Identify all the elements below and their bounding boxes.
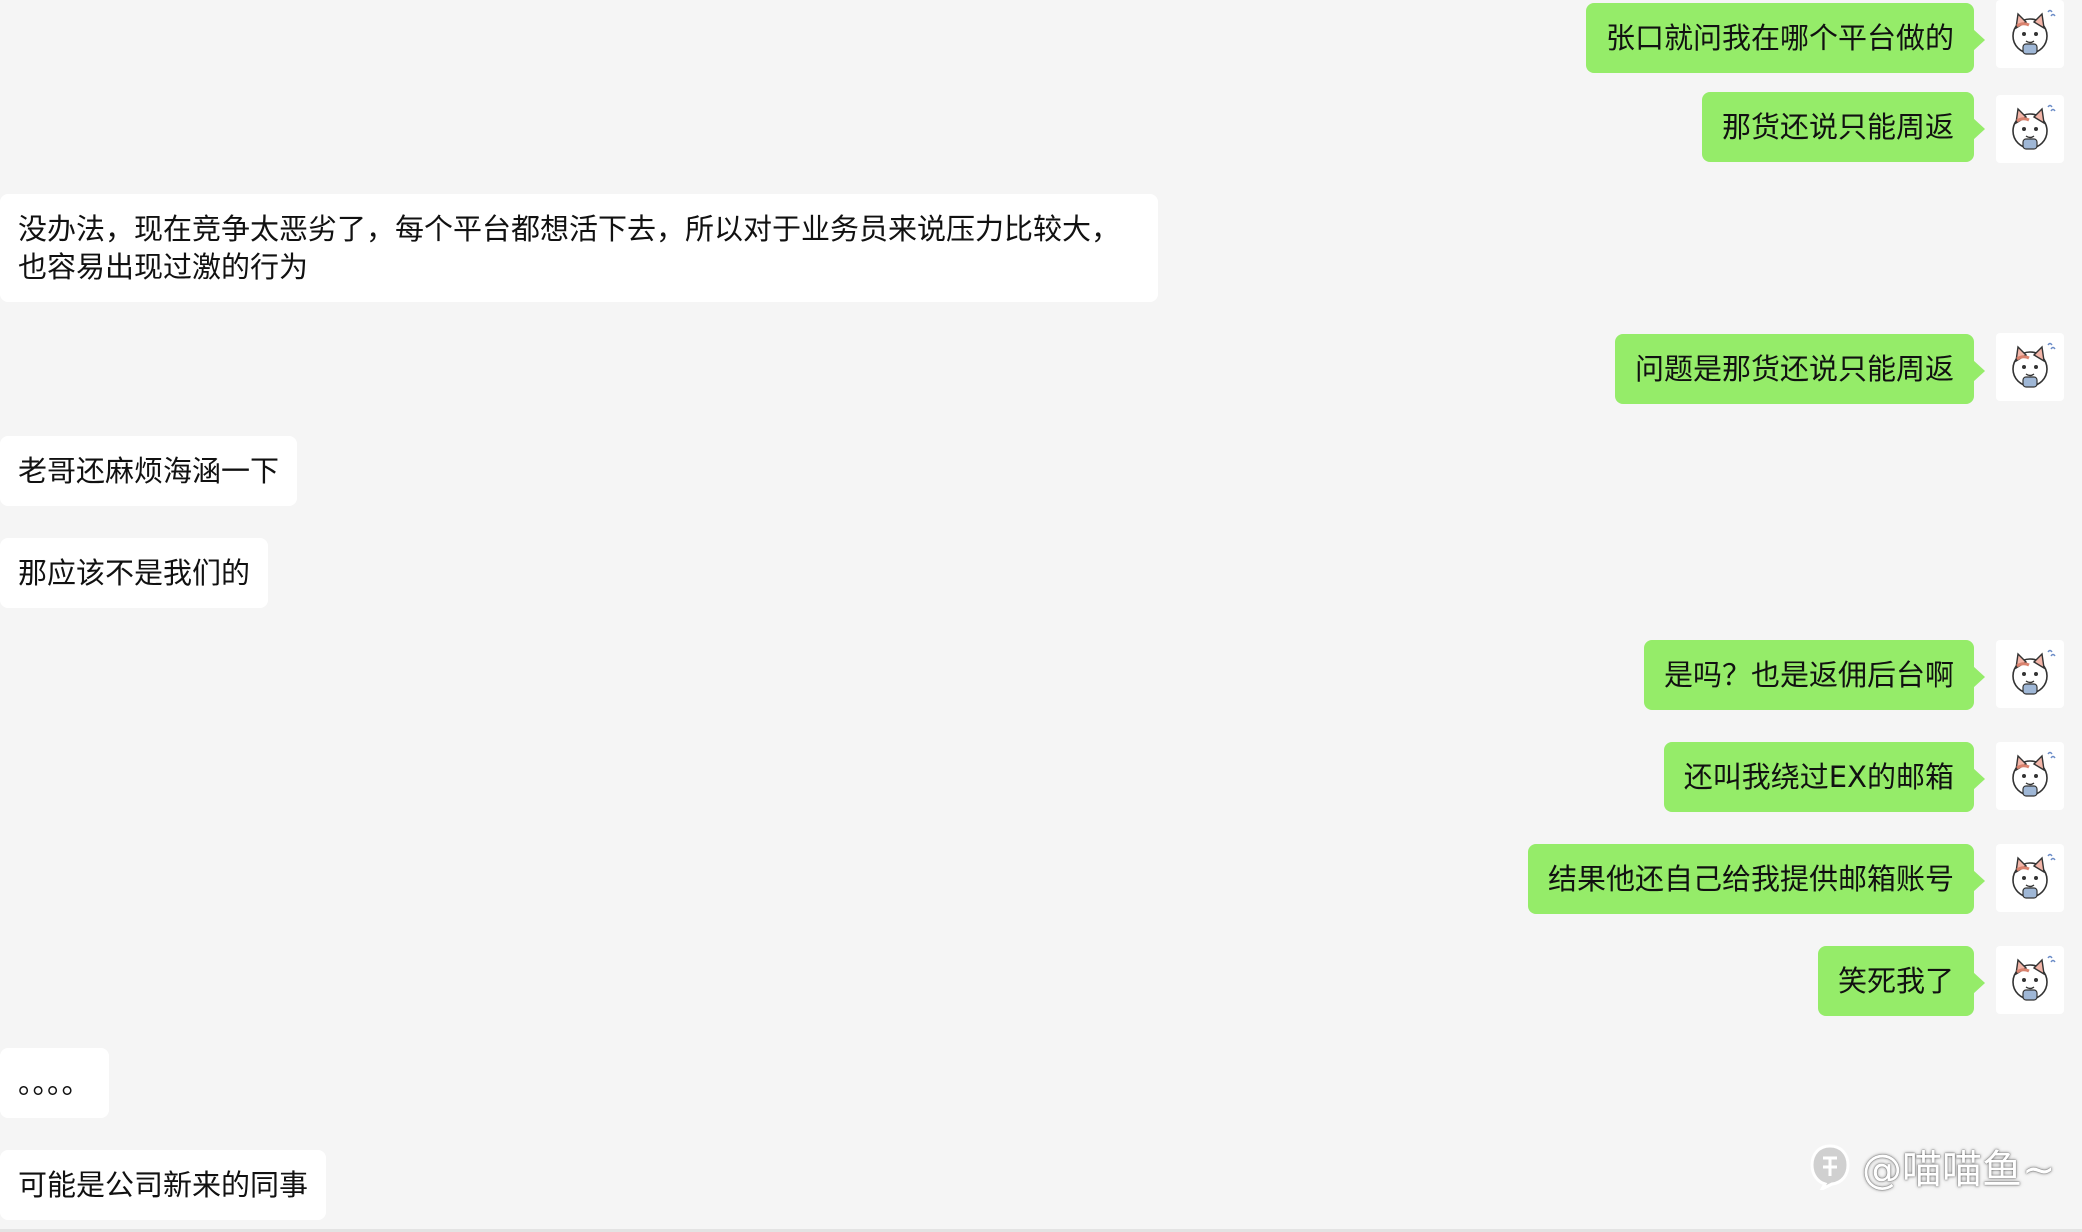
chat-message-area[interactable]: 张口就问我在哪个平台做的 那货还说只能周返 没办法，现在竞争太恶劣了，每个平台都… bbox=[0, 0, 2082, 1232]
cat-sticker-avatar-icon[interactable] bbox=[1996, 844, 2064, 912]
avatar-graphic bbox=[2012, 649, 2056, 695]
watermark-text: @喵喵鱼~ bbox=[1862, 1147, 2056, 1193]
message-text: 那应该不是我们的 bbox=[18, 556, 251, 590]
cat-sticker-avatar-icon[interactable] bbox=[1996, 333, 2064, 401]
avatar-graphic bbox=[2012, 853, 2056, 899]
message-text: 没办法，现在竞争太恶劣了，每个平台都想活下去，所以对于业务员来说压力比较大，也容… bbox=[18, 212, 1121, 284]
outgoing-message-bubble[interactable]: 那货还说只能周返 bbox=[1701, 92, 1986, 162]
avatar-graphic bbox=[2012, 955, 2056, 1001]
incoming-message-bubble[interactable]: 可能是公司新来的同事 bbox=[0, 1150, 327, 1220]
outgoing-message-bubble[interactable]: 张口就问我在哪个平台做的 bbox=[1585, 3, 1986, 73]
message-text: 。。。。 bbox=[18, 1066, 91, 1100]
cat-sticker-avatar-icon[interactable] bbox=[1996, 640, 2064, 708]
cat-sticker-avatar-icon[interactable] bbox=[1996, 0, 2064, 68]
outgoing-message-bubble[interactable]: 笑死我了 bbox=[1817, 946, 1986, 1016]
avatar-graphic bbox=[2012, 9, 2056, 55]
avatar-graphic bbox=[2012, 104, 2056, 150]
incoming-message-bubble[interactable]: 老哥还麻烦海涵一下 bbox=[0, 436, 298, 506]
message-text: 老哥还麻烦海涵一下 bbox=[18, 454, 280, 488]
message-text: 结果他还自己给我提供邮箱账号 bbox=[1547, 862, 1954, 896]
cat-sticker-avatar-icon[interactable] bbox=[1996, 946, 2064, 1014]
outgoing-message-bubble[interactable]: 是吗？也是返佣后台啊 bbox=[1643, 640, 1986, 710]
message-text: 那货还说只能周返 bbox=[1721, 110, 1954, 144]
incoming-message-bubble[interactable]: 没办法，现在竞争太恶劣了，每个平台都想活下去，所以对于业务员来说压力比较大，也容… bbox=[0, 194, 1158, 302]
message-text: 笑死我了 bbox=[1837, 964, 1954, 998]
incoming-message-bubble[interactable]: 。。。。 bbox=[0, 1048, 109, 1118]
message-text: 张口就问我在哪个平台做的 bbox=[1605, 21, 1954, 55]
incoming-message-bubble[interactable]: 那应该不是我们的 bbox=[0, 538, 269, 608]
message-text: 是吗？也是返佣后台啊 bbox=[1663, 658, 1954, 692]
watermark: @喵喵鱼~ bbox=[1808, 1138, 2056, 1194]
avatar-graphic bbox=[2012, 751, 2056, 797]
outgoing-message-bubble[interactable]: 结果他还自己给我提供邮箱账号 bbox=[1527, 844, 1986, 914]
outgoing-message-bubble[interactable]: 还叫我绕过EX的邮箱 bbox=[1663, 742, 1986, 812]
cat-sticker-avatar-icon[interactable] bbox=[1996, 742, 2064, 810]
avatar-graphic bbox=[2012, 342, 2056, 388]
zhihu-logo-icon bbox=[1808, 1142, 1852, 1193]
message-text: 可能是公司新来的同事 bbox=[18, 1168, 309, 1202]
message-text: 问题是那货还说只能周返 bbox=[1634, 352, 1954, 386]
outgoing-message-bubble[interactable]: 问题是那货还说只能周返 bbox=[1614, 334, 1986, 404]
message-text: 还叫我绕过EX的邮箱 bbox=[1683, 760, 1954, 794]
cat-sticker-avatar-icon[interactable] bbox=[1996, 95, 2064, 163]
